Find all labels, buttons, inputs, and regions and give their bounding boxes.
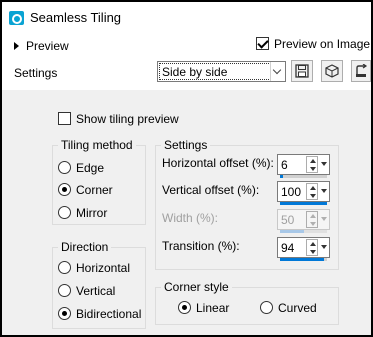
app-icon: [9, 11, 24, 25]
preset-select[interactable]: Side by side: [157, 61, 286, 82]
transition-slider[interactable]: [280, 258, 327, 261]
radio-vertical[interactable]: Vertical: [58, 284, 115, 298]
horizontal-offset-spinner[interactable]: 6: [277, 154, 330, 178]
horizontal-offset-value: 6: [281, 158, 288, 172]
tiling-method-group: Tiling method Edge Corner Mirror: [52, 138, 146, 225]
radio-circle[interactable]: [58, 307, 71, 320]
chevron-down-icon[interactable]: [319, 156, 329, 173]
transition-spinner[interactable]: 94: [277, 237, 330, 261]
radio-circle[interactable]: [58, 206, 71, 219]
radio-curved[interactable]: Curved: [260, 301, 317, 315]
radio-horizontal[interactable]: Horizontal: [58, 261, 130, 275]
radio-circle[interactable]: [58, 261, 71, 274]
checkbox-box[interactable]: [58, 112, 71, 125]
corner-style-group: Corner style Linear Curved: [155, 280, 339, 325]
load-icon: [325, 64, 339, 78]
chevron-down-icon[interactable]: [319, 239, 329, 256]
up-down-arrows-icon[interactable]: [306, 239, 318, 256]
preset-value: Side by side: [159, 63, 271, 80]
slider-fill: [280, 258, 325, 261]
radio-circle[interactable]: [58, 284, 71, 297]
horizontal-offset-label: Horizontal offset (%):: [162, 156, 274, 170]
preview-on-image-label: Preview on Image: [274, 37, 371, 51]
width-slider: [280, 230, 327, 233]
show-tiling-preview-label: Show tiling preview: [76, 112, 179, 126]
radio-circle[interactable]: [178, 301, 191, 314]
slider-fill: [280, 230, 304, 233]
direction-group: Direction Horizontal Vertical Bidirectio…: [52, 240, 146, 329]
vertical-offset-slider[interactable]: [280, 202, 327, 205]
chevron-down-icon: [319, 211, 329, 228]
radio-circle[interactable]: [58, 161, 71, 174]
title-bar: Seamless Tiling: [2, 2, 371, 32]
settings-group-title: Settings: [161, 138, 211, 152]
slider-fill: [280, 202, 327, 205]
horizontal-offset-slider[interactable]: [280, 175, 327, 178]
width-value: 50: [281, 213, 295, 227]
vertical-offset-label: Vertical offset (%):: [162, 183, 260, 197]
reset-icon: [356, 64, 368, 77]
up-down-arrows-icon: [306, 211, 318, 228]
chevron-down-icon[interactable]: [270, 62, 285, 81]
top-panel: Preview Preview on Image Settings Side b…: [2, 32, 371, 90]
transition-value: 94: [281, 241, 295, 255]
show-tiling-preview-checkbox[interactable]: Show tiling preview: [58, 112, 179, 126]
expand-arrow-icon: [14, 42, 19, 50]
radio-circle[interactable]: [260, 301, 273, 314]
dialog-body: Show tiling preview Tiling method Edge C…: [2, 90, 371, 335]
transition-label: Transition (%):: [162, 239, 240, 253]
vertical-offset-spinner[interactable]: 100: [277, 181, 330, 205]
radio-bidirectional-label: Bidirectional: [76, 307, 142, 321]
slider-fill: [280, 175, 283, 178]
radio-edge[interactable]: Edge: [58, 161, 104, 175]
preview-on-image-checkbox[interactable]: Preview on Image: [256, 37, 370, 51]
width-spinner: 50: [277, 209, 330, 233]
chevron-down-icon[interactable]: [319, 183, 329, 200]
radio-corner-label: Corner: [76, 183, 113, 197]
load-preset-button[interactable]: [321, 60, 343, 82]
settings-group: Settings Horizontal offset (%): 6 Vertic…: [155, 138, 339, 270]
direction-title: Direction: [58, 240, 112, 254]
width-label: Width (%):: [162, 211, 219, 225]
settings-label: Settings: [14, 66, 58, 80]
window-title: Seamless Tiling: [30, 10, 122, 25]
preview-expander[interactable]: Preview: [14, 39, 69, 53]
radio-linear[interactable]: Linear: [178, 301, 229, 315]
radio-bidirectional[interactable]: Bidirectional: [58, 307, 141, 321]
tiling-method-title: Tiling method: [58, 138, 136, 152]
vertical-offset-value: 100: [281, 185, 302, 199]
save-icon: [295, 64, 309, 78]
up-down-arrows-icon[interactable]: [306, 156, 318, 173]
radio-corner[interactable]: Corner: [58, 183, 113, 197]
radio-vertical-label: Vertical: [76, 284, 116, 298]
radio-curved-label: Curved: [278, 301, 317, 315]
up-down-arrows-icon[interactable]: [306, 183, 318, 200]
radio-edge-label: Edge: [76, 161, 105, 175]
radio-horizontal-label: Horizontal: [76, 261, 131, 275]
radio-circle[interactable]: [58, 183, 71, 196]
reset-button[interactable]: [351, 60, 371, 82]
save-preset-button[interactable]: [291, 60, 313, 82]
corner-style-title: Corner style: [161, 280, 232, 294]
radio-mirror-label: Mirror: [76, 206, 108, 220]
preview-label: Preview: [26, 39, 69, 53]
dialog-window: Seamless Tiling Preview Preview on Image…: [0, 0, 373, 337]
radio-mirror[interactable]: Mirror: [58, 206, 107, 220]
checkbox-box[interactable]: [256, 37, 269, 50]
radio-linear-label: Linear: [196, 301, 230, 315]
